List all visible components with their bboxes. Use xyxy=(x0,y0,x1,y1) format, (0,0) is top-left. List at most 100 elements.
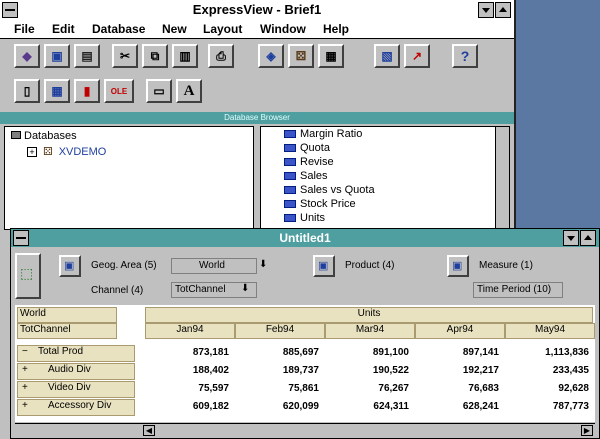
column-header[interactable]: Mar94 xyxy=(325,323,415,339)
table-cell[interactable]: 190,522 xyxy=(325,365,409,376)
table-cell[interactable]: 75,861 xyxy=(235,383,319,394)
menu-help[interactable]: Help xyxy=(323,22,349,36)
row-header[interactable]: − Total Prod xyxy=(17,345,135,362)
databases-root[interactable]: Databases xyxy=(11,130,77,142)
measure-item[interactable]: Margin Ratio xyxy=(284,128,363,140)
measure-icon xyxy=(284,214,296,222)
help-button[interactable]: ? xyxy=(452,44,478,68)
measure-button[interactable]: ▣ xyxy=(447,255,469,277)
copy-button[interactable]: ⧉ xyxy=(142,44,168,68)
time-period-select[interactable]: Time Period (10) xyxy=(473,282,563,298)
expand-icon[interactable]: + xyxy=(18,364,36,375)
paste-button[interactable]: ▥ xyxy=(172,44,198,68)
cut-button[interactable]: ✂ xyxy=(112,44,138,68)
table-cell[interactable]: 609,182 xyxy=(145,401,229,412)
row-header[interactable]: + Video Div xyxy=(17,381,135,398)
page-label-channel[interactable]: TotChannel xyxy=(17,323,117,339)
table-cell[interactable]: 787,773 xyxy=(505,401,589,412)
child-system-menu-button[interactable] xyxy=(13,230,29,246)
table-cell[interactable]: 1,113,836 xyxy=(505,347,589,358)
expand-icon[interactable]: + xyxy=(27,147,37,157)
column-header[interactable]: May94 xyxy=(505,323,595,339)
expand-icon[interactable]: + xyxy=(18,400,36,411)
menu-new[interactable]: New xyxy=(162,22,187,36)
database-xvdemo[interactable]: + ⚄ XVDEMO xyxy=(27,145,106,158)
product-button[interactable]: ▣ xyxy=(313,255,335,277)
table-cell[interactable]: 76,267 xyxy=(325,383,409,394)
menu-file[interactable]: File xyxy=(14,22,35,36)
dice-cube-button[interactable]: ⬚ xyxy=(15,253,41,299)
measure-list-scrollbar[interactable] xyxy=(495,127,509,229)
table-icon: ▦ xyxy=(325,49,337,63)
table-cell[interactable]: 76,683 xyxy=(415,383,499,394)
table-cell[interactable]: 885,697 xyxy=(235,347,319,358)
measure-item[interactable]: Units xyxy=(284,212,326,224)
row-header[interactable]: + Audio Div xyxy=(17,363,135,380)
table-cell[interactable]: 188,402 xyxy=(145,365,229,376)
measure-item-label: Margin Ratio xyxy=(300,128,363,140)
measure-item-label: Units xyxy=(300,212,326,224)
table-cell[interactable]: 897,141 xyxy=(415,347,499,358)
menu-layout[interactable]: Layout xyxy=(203,22,242,36)
open-brief-button[interactable]: ▣ xyxy=(44,44,70,68)
geog-area-dropdown-icon[interactable]: ⬇ xyxy=(259,259,267,270)
child-minimize-button[interactable] xyxy=(563,230,579,246)
table-view-button[interactable]: ▦ xyxy=(318,44,344,68)
new-page-button[interactable]: ▯ xyxy=(14,79,40,103)
expand-icon[interactable]: + xyxy=(18,382,36,393)
column-header[interactable]: Jan94 xyxy=(145,323,235,339)
measure-item-label: Revise xyxy=(300,156,334,168)
table-cell[interactable]: 628,241 xyxy=(415,401,499,412)
menu-window[interactable]: Window xyxy=(260,22,306,36)
table-cell[interactable]: 233,435 xyxy=(505,365,589,376)
channel-dropdown-icon[interactable]: ⬇ xyxy=(241,283,249,294)
button-object-button[interactable]: ▭ xyxy=(146,79,172,103)
row-header[interactable]: + Accessory Div xyxy=(17,399,135,416)
menu-edit[interactable]: Edit xyxy=(52,22,75,36)
table-cell[interactable]: 624,311 xyxy=(325,401,409,412)
table-cell[interactable]: 891,100 xyxy=(325,347,409,358)
collapse-icon[interactable]: − xyxy=(18,346,36,357)
table-cell[interactable]: 75,597 xyxy=(145,383,229,394)
horizontal-scrollbar[interactable]: ◀ ▶ xyxy=(15,423,595,438)
report-button[interactable]: ▧ xyxy=(374,44,400,68)
new-chart-button[interactable]: ▮ xyxy=(74,79,100,103)
ole-object-button[interactable]: OLE xyxy=(104,79,134,103)
child-maximize-button[interactable] xyxy=(580,230,596,246)
geog-area-select[interactable]: World xyxy=(171,258,257,274)
menu-database[interactable]: Database xyxy=(92,22,145,36)
column-header[interactable]: Apr94 xyxy=(415,323,505,339)
measure-item[interactable]: Quota xyxy=(284,142,330,154)
menu-bar: File Edit Database New Layout Window Hel… xyxy=(0,20,514,39)
table-cell[interactable]: 192,217 xyxy=(415,365,499,376)
database-browser-icon: ◈ xyxy=(266,49,276,63)
measure-item[interactable]: Revise xyxy=(284,156,334,168)
run-button[interactable]: ↗ xyxy=(404,44,430,68)
measure-item-label: Stock Price xyxy=(300,198,356,210)
new-table-button[interactable]: ▦ xyxy=(44,79,70,103)
maximize-button[interactable] xyxy=(495,2,511,18)
column-header[interactable]: Feb94 xyxy=(235,323,325,339)
text-object-button[interactable]: A xyxy=(176,79,202,103)
table-cell[interactable]: 189,737 xyxy=(235,365,319,376)
measure-item[interactable]: Sales xyxy=(284,170,328,182)
save-button[interactable]: ▤ xyxy=(74,44,100,68)
dice-button[interactable]: ⚄ xyxy=(288,44,314,68)
system-menu-icon xyxy=(16,237,26,239)
geog-area-button[interactable]: ▣ xyxy=(59,255,81,277)
measure-item[interactable]: Sales vs Quota xyxy=(284,184,375,196)
open-database-button[interactable]: ◆ xyxy=(14,44,40,68)
database-browser-button[interactable]: ◈ xyxy=(258,44,284,68)
table-cell[interactable]: 620,099 xyxy=(235,401,319,412)
table-cell[interactable]: 92,628 xyxy=(505,383,589,394)
scroll-left-icon[interactable]: ◀ xyxy=(143,425,155,436)
table-cell[interactable]: 873,181 xyxy=(145,347,229,358)
print-button[interactable]: ⎙ xyxy=(208,44,234,68)
time-period-label: Time Period (10) xyxy=(477,284,552,295)
minimize-button[interactable] xyxy=(478,2,494,18)
page-label-world[interactable]: World xyxy=(17,307,117,323)
database-browser-title: Database Browser xyxy=(0,112,514,124)
scroll-right-icon[interactable]: ▶ xyxy=(581,425,593,436)
measure-item[interactable]: Stock Price xyxy=(284,198,356,210)
channel-value: TotChannel xyxy=(175,284,226,295)
